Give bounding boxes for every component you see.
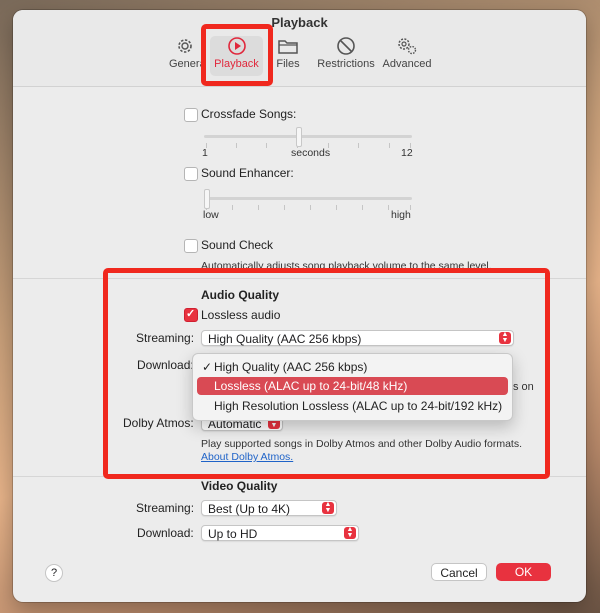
section-divider xyxy=(13,278,586,279)
slider-tick xyxy=(336,205,337,210)
tab-advanced[interactable]: Advanced xyxy=(382,36,432,76)
download-label: Download: xyxy=(137,358,194,372)
video-streaming-value: Best (Up to 4K) xyxy=(208,502,291,516)
lossless-audio-label: Lossless audio xyxy=(201,308,281,322)
dolby-atmos-description: Play supported songs in Dolby Atmos and … xyxy=(201,438,523,450)
crossfade-label: Crossfade Songs: xyxy=(201,107,297,121)
chevron-updown-icon: ▲▼ xyxy=(344,526,356,539)
crossfade-slider-knob[interactable] xyxy=(296,127,302,147)
slider-tick xyxy=(236,143,237,148)
crossfade-min-label: 1 xyxy=(202,147,208,159)
slider-tick xyxy=(266,143,267,148)
about-dolby-atmos-link[interactable]: About Dolby Atmos. xyxy=(201,451,293,463)
video-download-label: Download: xyxy=(137,526,194,540)
window-title: Playback xyxy=(271,15,328,30)
crossfade-unit-label: seconds xyxy=(291,147,331,159)
streaming-label: Streaming: xyxy=(136,331,195,345)
sound-enhancer-slider-track[interactable] xyxy=(204,197,412,200)
section-divider xyxy=(13,476,586,477)
sound-check-label: Sound Check xyxy=(201,238,274,252)
gears-icon xyxy=(382,36,432,58)
tab-files[interactable]: Files xyxy=(272,36,304,76)
tab-restrictions-label: Restrictions xyxy=(317,58,375,70)
video-download-select[interactable]: Up to HD ▲ ▼ xyxy=(201,525,359,541)
streaming-quality-select[interactable]: High Quality (AAC 256 kbps) ▲ ▼ xyxy=(201,330,514,346)
download-partial-text: s on xyxy=(513,381,534,393)
slider-tick xyxy=(258,205,259,210)
video-quality-title: Video Quality xyxy=(201,479,278,493)
gear-icon xyxy=(163,36,207,58)
video-streaming-select[interactable]: Best (Up to 4K) ▲ ▼ xyxy=(201,500,337,516)
menu-item-label: Lossless (ALAC up to 24-bit/48 kHz) xyxy=(214,379,408,393)
slider-tick xyxy=(362,205,363,210)
tab-advanced-label: Advanced xyxy=(382,58,432,70)
sound-check-description: Automatically adjusts song playback volu… xyxy=(201,260,492,272)
sound-enhancer-checkbox[interactable] xyxy=(184,167,198,181)
tab-restrictions[interactable]: Restrictions xyxy=(315,36,377,76)
menu-item-high-quality[interactable]: ✓ High Quality (AAC 256 kbps) xyxy=(197,358,508,376)
sound-enhancer-min-label: low xyxy=(203,209,219,221)
video-download-value: Up to HD xyxy=(208,527,258,541)
dolby-atmos-label: Dolby Atmos: xyxy=(123,416,194,430)
menu-item-label: High Resolution Lossless (ALAC up to 24-… xyxy=(214,399,503,413)
audio-quality-title: Audio Quality xyxy=(201,288,279,302)
play-circle-icon xyxy=(210,36,263,58)
menu-item-lossless[interactable]: Lossless (ALAC up to 24-bit/48 kHz) xyxy=(197,377,508,395)
slider-tick xyxy=(284,205,285,210)
folder-icon xyxy=(272,36,304,58)
help-button[interactable]: ? xyxy=(45,564,63,582)
tab-general[interactable]: General xyxy=(163,36,207,76)
preferences-window: Playback General Playback Files Restrict… xyxy=(13,10,586,602)
slider-tick xyxy=(310,205,311,210)
sound-enhancer-slider-knob[interactable] xyxy=(204,189,210,209)
tab-files-label: Files xyxy=(276,58,300,70)
tab-general-label: General xyxy=(169,58,201,70)
crossfade-max-label: 12 xyxy=(401,147,413,159)
prohibited-icon xyxy=(315,36,377,58)
sound-check-checkbox[interactable] xyxy=(184,239,198,253)
ok-button[interactable]: OK xyxy=(496,563,551,581)
video-streaming-label: Streaming: xyxy=(136,501,195,515)
tab-playback[interactable]: Playback xyxy=(210,36,263,76)
streaming-quality-value: High Quality (AAC 256 kbps) xyxy=(208,332,362,346)
menu-item-hi-res-lossless[interactable]: High Resolution Lossless (ALAC up to 24-… xyxy=(197,397,508,415)
lossless-audio-checkbox[interactable] xyxy=(184,307,198,322)
toolbar: Playback General Playback Files Restrict… xyxy=(13,10,586,87)
chevron-updown-icon: ▲▼ xyxy=(499,331,511,344)
slider-tick xyxy=(388,205,389,210)
menu-item-label: High Quality (AAC 256 kbps) xyxy=(214,360,368,374)
slider-tick xyxy=(358,143,359,148)
download-quality-menu: ✓ High Quality (AAC 256 kbps) Lossless (… xyxy=(192,353,513,421)
slider-tick xyxy=(389,143,390,148)
crossfade-checkbox[interactable] xyxy=(184,108,198,122)
sound-enhancer-label: Sound Enhancer: xyxy=(201,166,294,180)
sound-enhancer-max-label: high xyxy=(391,209,411,221)
checkmark-icon: ✓ xyxy=(202,360,213,374)
tab-playback-label: Playback xyxy=(214,58,259,70)
cancel-button[interactable]: Cancel xyxy=(431,563,487,581)
chevron-updown-icon: ▲▼ xyxy=(322,501,334,514)
crossfade-slider-track[interactable] xyxy=(204,135,412,138)
slider-tick xyxy=(232,205,233,210)
